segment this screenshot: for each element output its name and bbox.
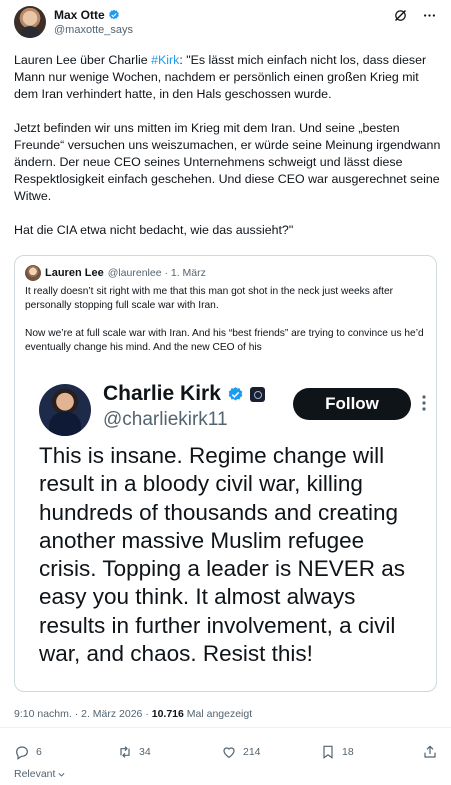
tweet-paragraph-2: Jetzt befinden wir uns mitten im Krieg m… — [14, 121, 441, 203]
embedded-tweet-text: This is insane. Regime change will resul… — [39, 443, 405, 667]
like-button[interactable]: 214 — [221, 744, 261, 760]
share-icon — [424, 745, 436, 758]
tweet-paragraph-3: Hat die CIA etwa nicht bedacht, wie das … — [14, 223, 294, 237]
embedded-author-handle: @charliekirk11 — [103, 409, 228, 430]
like-count: 214 — [243, 746, 261, 758]
bookmark-count: 18 — [342, 746, 354, 758]
affiliation-badge-icon — [249, 386, 265, 402]
view-count: 10.716 — [151, 708, 184, 720]
follow-button: Follow — [293, 388, 411, 420]
tweet-text-span: Lauren Lee über Charlie — [14, 53, 152, 67]
more-icon[interactable] — [422, 8, 437, 23]
embedded-avatar — [39, 384, 91, 436]
header-actions — [393, 8, 437, 23]
tweet-header: Max Otte @maxotte_says — [14, 6, 439, 40]
embedded-author-name: Charlie Kirk — [103, 382, 221, 405]
quoted-author-meta: @laurenlee · 1. März — [107, 267, 206, 279]
repost-count: 34 — [139, 746, 151, 758]
verified-badge-icon — [108, 9, 119, 20]
embedded-verified-badge-icon — [228, 386, 243, 401]
author-name[interactable]: Max Otte — [54, 8, 105, 22]
quoted-author-name: Lauren Lee — [45, 267, 104, 279]
reply-button[interactable]: 6 — [14, 744, 42, 760]
reply-icon — [16, 746, 28, 760]
quoted-tweet-header: Lauren Lee @laurenlee · 1. März — [25, 265, 206, 281]
bookmark-icon — [323, 745, 333, 759]
share-button[interactable] — [422, 744, 438, 760]
chevron-down-icon — [58, 772, 65, 777]
quoted-tweet-text: It really doesn’t sit right with me that… — [25, 285, 430, 369]
reply-sort-label: Relevant — [14, 768, 56, 780]
tweet-text: Lauren Lee über Charlie #Kirk: "Es lässt… — [14, 52, 442, 256]
quoted-paragraph-2: Now we’re at full scale war with Iran. A… — [25, 328, 424, 353]
embedded-screenshot[interactable]: Charlie Kirk @charliekirk11 Follow This … — [25, 366, 428, 676]
quoted-paragraph-1: It really doesn’t sit right with me that… — [25, 286, 394, 311]
grok-icon[interactable] — [393, 8, 408, 23]
view-count-label: Mal angezeigt — [183, 708, 253, 720]
quoted-author-avatar — [25, 265, 41, 281]
author-handle[interactable]: @maxotte_says — [54, 24, 133, 36]
embedded-name-row: Charlie Kirk — [103, 382, 265, 406]
quoted-tweet[interactable]: Lauren Lee @laurenlee · 1. März It reall… — [14, 255, 437, 692]
hashtag-link[interactable]: #Kirk — [151, 53, 179, 67]
repost-icon — [120, 746, 130, 758]
time-date-link[interactable]: 9:10 nachm. · 2. März 2026 · — [14, 708, 152, 720]
tweet-detail: Max Otte @maxotte_says Lauren Lee über C… — [0, 0, 451, 785]
tweet-paragraph-1: Lauren Lee über Charlie #Kirk: "Es lässt… — [14, 52, 442, 103]
reply-sort-dropdown[interactable]: Relevant — [14, 768, 66, 780]
reply-count: 6 — [36, 746, 42, 758]
author-name-row: Max Otte — [54, 8, 120, 22]
bookmark-button[interactable]: 18 — [320, 744, 354, 760]
action-bar: 6 34 214 18 — [14, 744, 439, 760]
repost-button[interactable]: 34 — [117, 744, 151, 760]
divider — [0, 727, 451, 728]
tweet-timestamp: 9:10 nachm. · 2. März 2026 · 10.716 Mal … — [14, 708, 252, 720]
author-avatar[interactable] — [14, 6, 46, 38]
heart-icon — [223, 747, 235, 759]
embedded-more-icon — [422, 395, 426, 411]
